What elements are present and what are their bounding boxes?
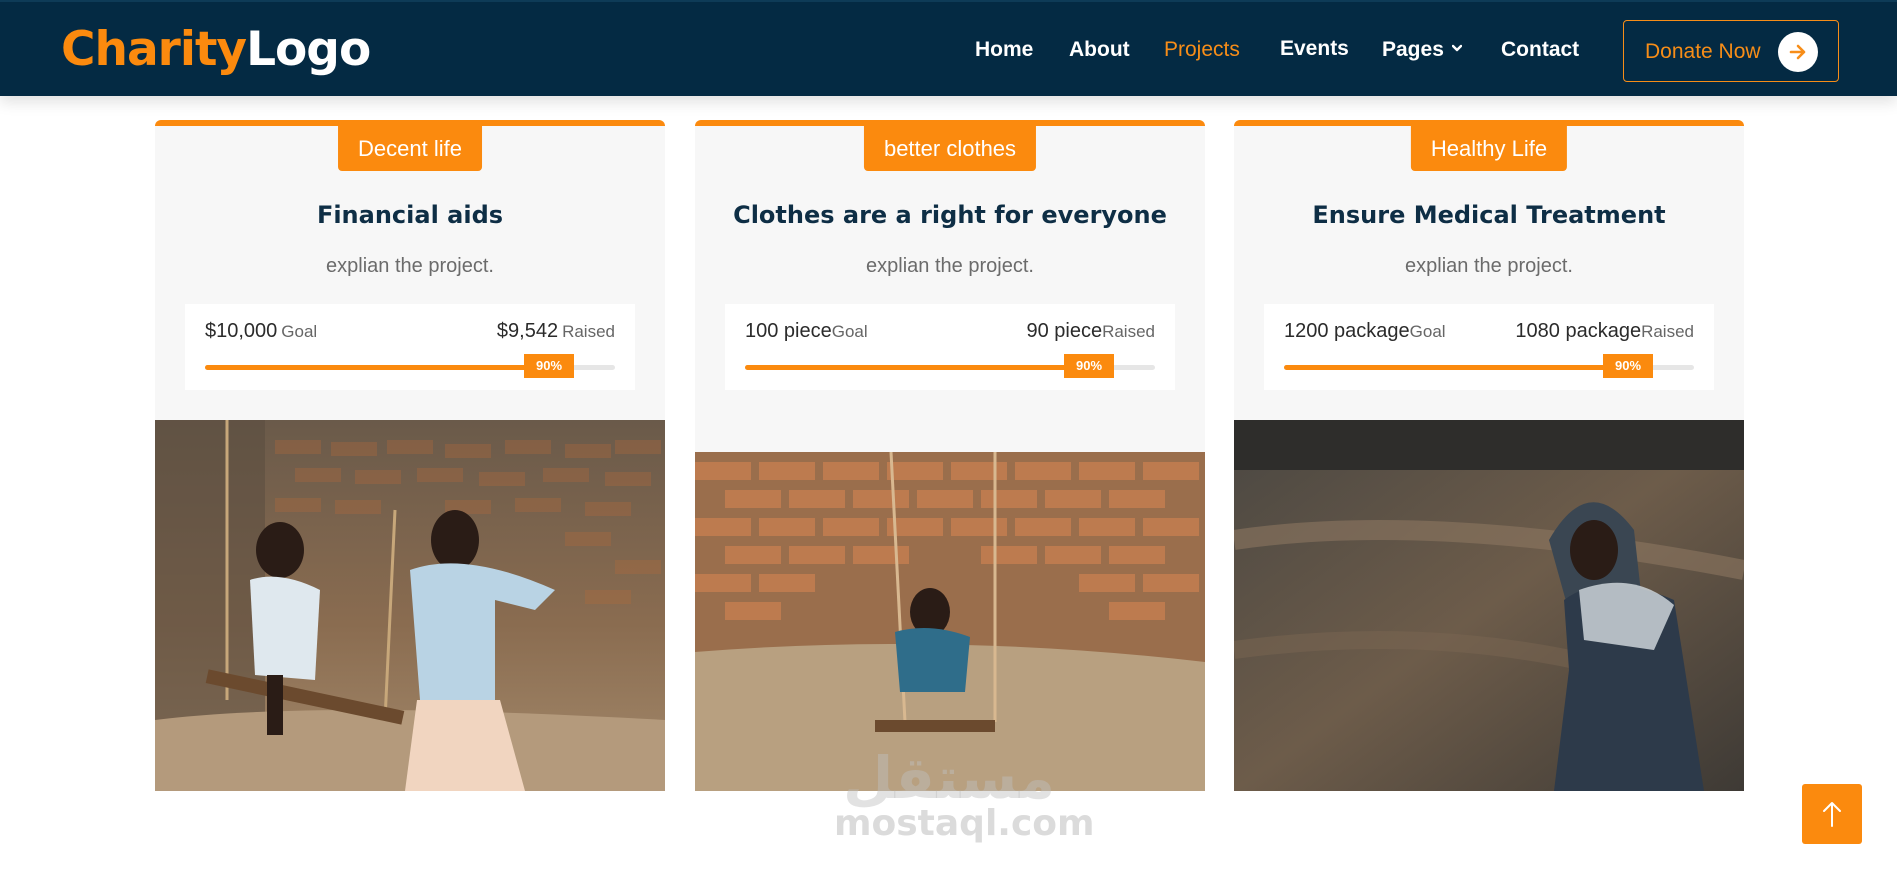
nav-projects[interactable]: Projects — [1164, 38, 1240, 62]
donate-now-label: Donate Now — [1645, 40, 1761, 63]
progress-fill — [745, 365, 1114, 370]
raised-label: Raised — [1641, 322, 1694, 341]
project-photo-child-on-swing — [695, 452, 1205, 791]
nav-pages-dropdown[interactable]: Pages — [1382, 38, 1462, 62]
project-description: explian the project. — [326, 255, 494, 277]
progress-track: 90% — [1284, 354, 1694, 378]
arrow-up-icon — [1823, 802, 1841, 827]
project-badge: better clothes — [863, 126, 1037, 171]
goal-stat: 100 pieceGoal — [745, 319, 868, 344]
raised-stat: $9,542 Raised — [497, 319, 615, 344]
nav-pages-label: Pages — [1382, 38, 1444, 61]
project-description: explian the project. — [866, 255, 1034, 277]
goal-label: Goal — [831, 322, 868, 341]
progress-percent-badge: 90% — [1603, 354, 1653, 378]
nav-events[interactable]: Events — [1280, 37, 1349, 61]
project-photo-children-on-swings — [155, 420, 665, 791]
project-stats: 100 pieceGoal 90 pieceRaised 90% — [725, 304, 1175, 390]
watermark-latin: mostaql.com — [834, 803, 1095, 844]
nav-about[interactable]: About — [1069, 38, 1130, 62]
nav-home[interactable]: Home — [975, 38, 1033, 62]
project-photo-girl-with-scarf — [1234, 420, 1744, 791]
goal-value: 100 piece — [745, 320, 832, 342]
project-description: explian the project. — [1405, 255, 1573, 277]
project-stats: 1200 packageGoal 1080 packageRaised 90% — [1264, 304, 1714, 390]
goal-stat: $10,000 Goal — [205, 319, 317, 344]
raised-value: $9,542 — [496, 320, 559, 342]
raised-value: 90 piece — [1026, 320, 1103, 342]
raised-label: Raised — [562, 322, 615, 341]
project-card-medical[interactable]: Healthy Life Ensure Medical Treatment ex… — [1234, 120, 1744, 791]
raised-stat: 90 pieceRaised — [1026, 319, 1155, 344]
site-logo[interactable]: CharityLogo — [61, 22, 371, 78]
project-badge: Healthy Life — [1410, 126, 1568, 171]
progress-fill — [205, 365, 574, 370]
navbar: CharityLogo Home About Projects Events P… — [0, 0, 1897, 96]
project-badge: Decent life — [338, 126, 482, 171]
goal-value: $10,000 — [205, 320, 278, 342]
progress-track: 90% — [745, 354, 1155, 378]
arrow-right-icon — [1789, 44, 1806, 60]
goal-label: Goal — [281, 322, 318, 341]
raised-label: Raised — [1102, 322, 1155, 341]
raised-stat: 1080 packageRaised — [1515, 319, 1694, 344]
project-stats: $10,000 Goal $9,542 Raised 90% — [185, 304, 635, 390]
logo-part-logo: Logo — [246, 22, 371, 77]
donate-arrow-circle — [1778, 32, 1818, 72]
donate-now-button[interactable]: Donate Now — [1623, 20, 1839, 82]
project-card-clothes[interactable]: better clothes Clothes are a right for e… — [695, 120, 1205, 791]
project-title[interactable]: Financial aids — [155, 200, 665, 230]
project-title[interactable]: Clothes are a right for everyone — [695, 200, 1205, 230]
project-title[interactable]: Ensure Medical Treatment — [1234, 200, 1744, 230]
progress-track: 90% — [205, 354, 615, 378]
logo-part-charity: Charity — [61, 22, 247, 77]
progress-fill — [1284, 365, 1653, 370]
raised-value: 1080 package — [1515, 320, 1642, 342]
scroll-to-top-button[interactable] — [1802, 784, 1862, 844]
project-card-financial-aids[interactable]: Decent life Financial aids explian the p… — [155, 120, 665, 791]
goal-stat: 1200 packageGoal — [1284, 319, 1446, 344]
goal-value: 1200 package — [1284, 320, 1410, 342]
progress-percent-badge: 90% — [1064, 354, 1114, 378]
chevron-down-icon — [1451, 44, 1462, 52]
progress-percent-badge: 90% — [524, 354, 574, 378]
nav-contact[interactable]: Contact — [1501, 38, 1579, 62]
goal-label: Goal — [1409, 322, 1446, 341]
